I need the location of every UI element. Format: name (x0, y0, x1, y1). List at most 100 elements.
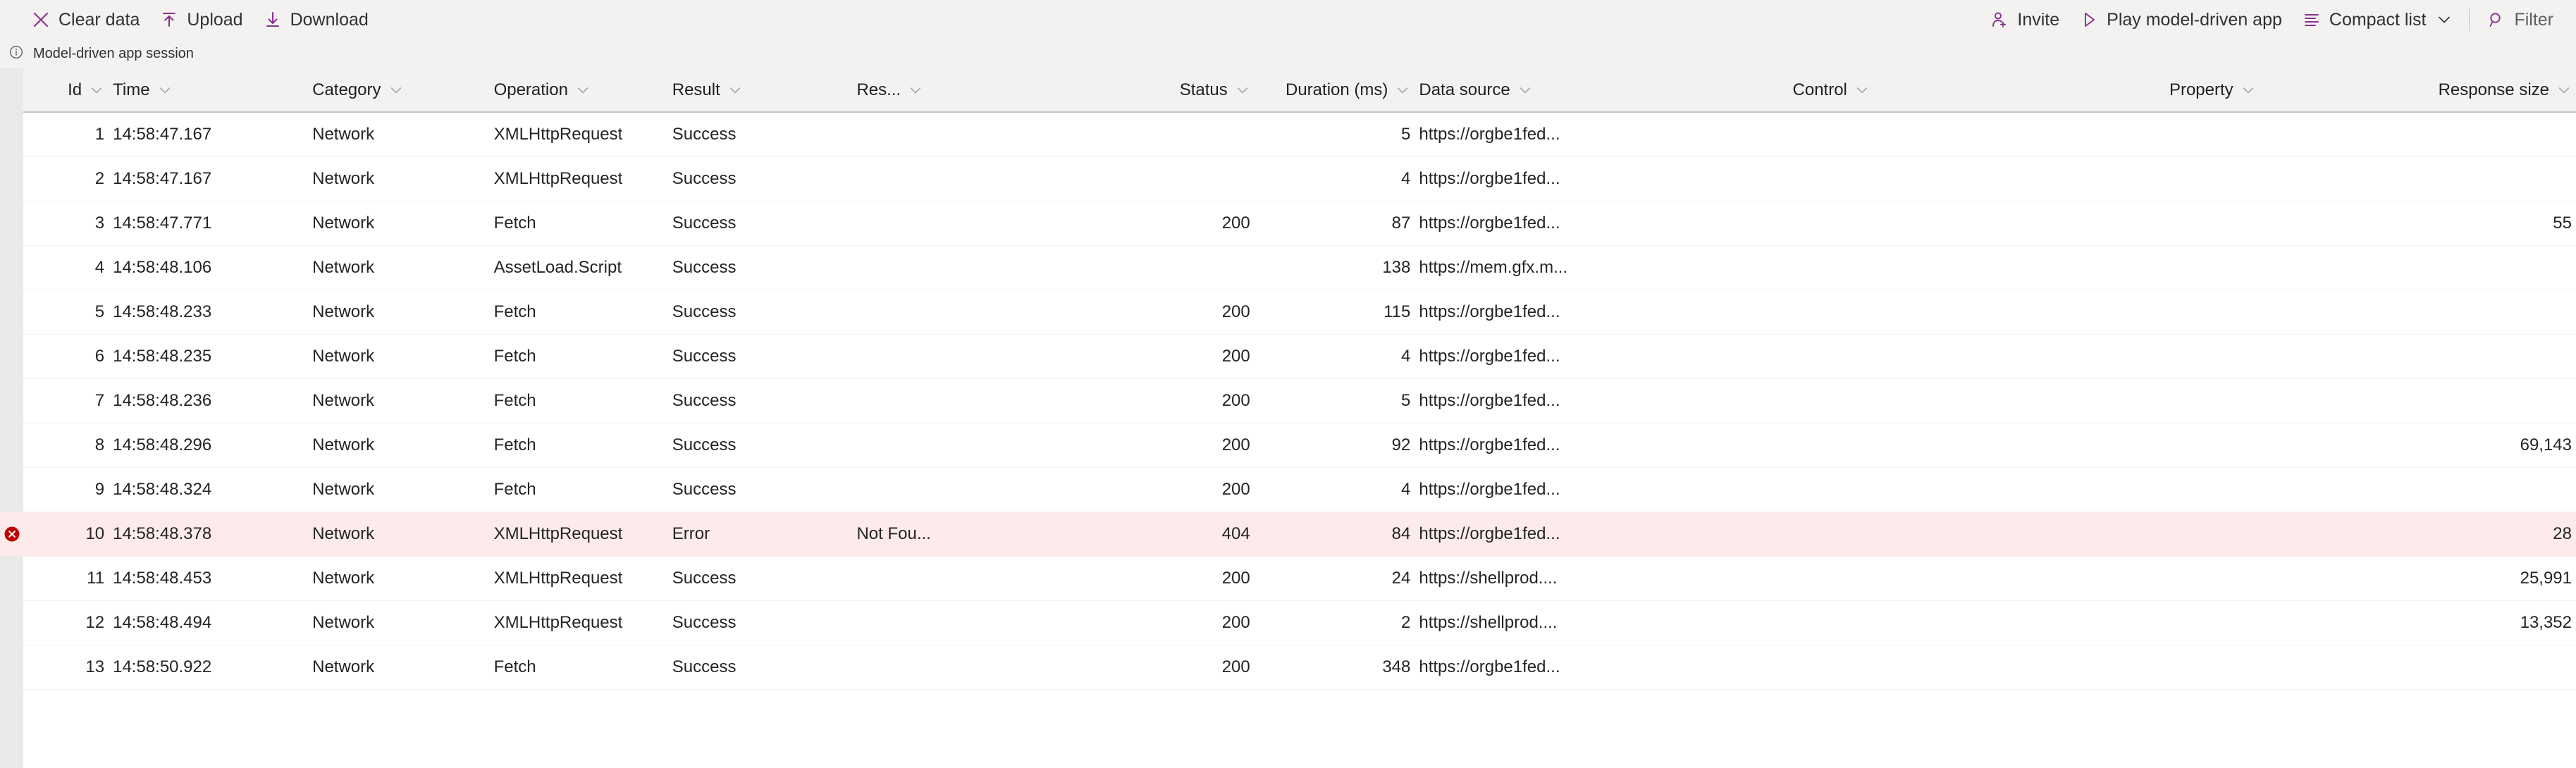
upload-button[interactable]: Upload (149, 4, 252, 35)
cell-operation: Fetch (493, 302, 536, 321)
cell-source: https://orgbe1fed... (1419, 480, 1560, 499)
table-row[interactable]: 9 14:58:48.324 Network Fetch Success 200 4 http… (0, 468, 2576, 512)
table-row[interactable]: 4 14:58:48.106 Network AssetLoad.Script Succ… (0, 246, 2576, 290)
cell-status: 200 (1221, 213, 1250, 233)
cell-result: Success (672, 569, 737, 588)
table-row[interactable]: 3 14:58:47.771 Network Fetch Success 200 87 htt… (0, 202, 2576, 246)
chevron-down-icon[interactable] (908, 82, 923, 98)
cell-category: Network (312, 125, 375, 144)
table-row[interactable]: 11 14:58:48.453 Network XMLHttpRequest Succe… (0, 557, 2576, 601)
cell-operation: XMLHttpRequest (493, 613, 623, 632)
cell-duration: 87 (1391, 213, 1411, 233)
cell-time: 14:58:47.167 (113, 169, 212, 188)
chevron-down-icon[interactable] (2556, 82, 2572, 98)
cell-operation: Fetch (493, 391, 536, 410)
cell-status: 200 (1221, 657, 1250, 676)
cell-duration: 115 (1383, 302, 1411, 321)
cell-time: 14:58:48.235 (113, 347, 212, 366)
invite-button[interactable]: Invite (1980, 4, 2069, 35)
chevron-down-icon[interactable] (575, 82, 591, 98)
column-header-label: Duration (ms) (1286, 80, 1388, 99)
cell-result: Success (672, 435, 737, 454)
cell-category: Network (312, 391, 375, 410)
session-label: Model-driven app session (33, 46, 194, 61)
cell-status: 200 (1221, 347, 1250, 366)
table-row[interactable]: 5 14:58:48.233 Network Fetch Success 200 115 ht… (0, 290, 2576, 335)
cell-result: Success (672, 169, 737, 188)
cell-result: Success (672, 391, 737, 410)
column-header-id[interactable]: Id (23, 68, 109, 111)
chevron-down-icon[interactable] (2241, 82, 2256, 98)
table-row[interactable]: 7 14:58:48.236 Network Fetch Success 200 5 http… (0, 379, 2576, 423)
column-header-label: Result (672, 80, 720, 99)
cell-source: https://shellprod.... (1419, 569, 1558, 588)
clear-data-button[interactable]: Clear data (21, 4, 149, 35)
column-header-operation[interactable]: Operation (490, 68, 668, 111)
upload-icon (159, 10, 179, 30)
cell-source: https://orgbe1fed... (1419, 524, 1560, 543)
column-header-time[interactable]: Time (109, 68, 308, 111)
chevron-down-icon[interactable] (1395, 82, 1410, 98)
chevron-down-icon[interactable] (157, 82, 173, 98)
cell-operation: Fetch (493, 657, 536, 676)
cell-time: 14:58:48.324 (113, 480, 212, 499)
invite-person-add-icon (1990, 10, 2009, 30)
table-row[interactable]: 8 14:58:48.296 Network Fetch Success 200 92 htt… (0, 423, 2576, 468)
cell-operation: XMLHttpRequest (493, 524, 623, 543)
cell-duration: 4 (1401, 347, 1411, 366)
table-row[interactable]: 2 14:58:47.167 Network XMLHttpRequest Succes… (0, 157, 2576, 202)
filter-search-icon (2486, 10, 2506, 30)
chevron-down-icon[interactable] (727, 82, 743, 98)
play-model-driven-app-button[interactable]: Play model-driven app (2069, 4, 2292, 35)
column-header-control[interactable]: Control (1789, 68, 2165, 111)
play-model-driven-app-label: Play model-driven app (2107, 9, 2282, 30)
cell-duration: 24 (1391, 569, 1411, 588)
cell-source: https://orgbe1fed... (1419, 302, 1560, 321)
chevron-down-icon[interactable] (89, 82, 104, 98)
cell-status: 200 (1221, 569, 1250, 588)
table-row[interactable]: 13 14:58:50.922 Network Fetch Success 200 348 h… (0, 645, 2576, 690)
cell-time: 14:58:48.453 (113, 569, 212, 588)
table-row[interactable]: 12 14:58:48.494 Network XMLHttpRequest Succe… (0, 601, 2576, 645)
table-row[interactable]: 6 14:58:48.235 Network Fetch Success 200 4 http… (0, 335, 2576, 379)
column-header-label: Control (1792, 80, 1847, 99)
column-header-source[interactable]: Data source (1415, 68, 1788, 111)
command-bar-divider (2469, 8, 2470, 31)
column-header-res[interactable]: Res... (852, 68, 964, 111)
chevron-down-icon[interactable] (1517, 82, 1533, 98)
chevron-down-icon[interactable] (1235, 82, 1250, 98)
cell-id: 13 (85, 657, 105, 676)
cell-result: Success (672, 657, 737, 676)
column-header-label: Response size (2438, 80, 2549, 99)
chevron-down-icon[interactable] (1854, 82, 1870, 98)
cell-id: 12 (85, 613, 105, 632)
chevron-down-icon[interactable] (388, 82, 404, 98)
cell-status: 200 (1221, 435, 1250, 454)
column-header-respsize[interactable]: Response size (2358, 68, 2576, 111)
download-button[interactable]: Download (253, 4, 378, 35)
chevron-down-icon (2436, 12, 2452, 27)
cell-result: Success (672, 613, 737, 632)
column-header-status[interactable]: Status (965, 68, 1255, 111)
table-row[interactable]: 1 14:58:47.167 Network XMLHttpRequest Succes… (0, 113, 2576, 157)
cell-source: https://orgbe1fed... (1419, 125, 1560, 144)
cell-time: 14:58:50.922 (113, 657, 212, 676)
filter-button[interactable]: Filter (2477, 4, 2563, 35)
cell-operation: Fetch (493, 435, 536, 454)
table-row[interactable]: 10 14:58:48.378 Network XMLHttpRequest Error… (0, 512, 2576, 557)
column-header-result[interactable]: Result (668, 68, 853, 111)
column-header-duration[interactable]: Duration (ms) (1255, 68, 1415, 111)
cell-duration: 138 (1382, 258, 1411, 277)
cell-result: Success (672, 125, 737, 144)
column-header-property[interactable]: Property (2165, 68, 2358, 111)
compact-list-button[interactable]: Compact list (2292, 4, 2463, 35)
cell-time: 14:58:48.494 (113, 613, 212, 632)
column-header-category[interactable]: Category (308, 68, 489, 111)
cell-respsize: 25,991 (2520, 569, 2572, 588)
column-header-label: Data source (1419, 80, 1510, 99)
cell-category: Network (312, 347, 375, 366)
upload-label: Upload (187, 9, 243, 30)
cell-respsize: 28 (2553, 524, 2572, 543)
cell-duration: 348 (1382, 657, 1411, 676)
cell-category: Network (312, 657, 375, 676)
